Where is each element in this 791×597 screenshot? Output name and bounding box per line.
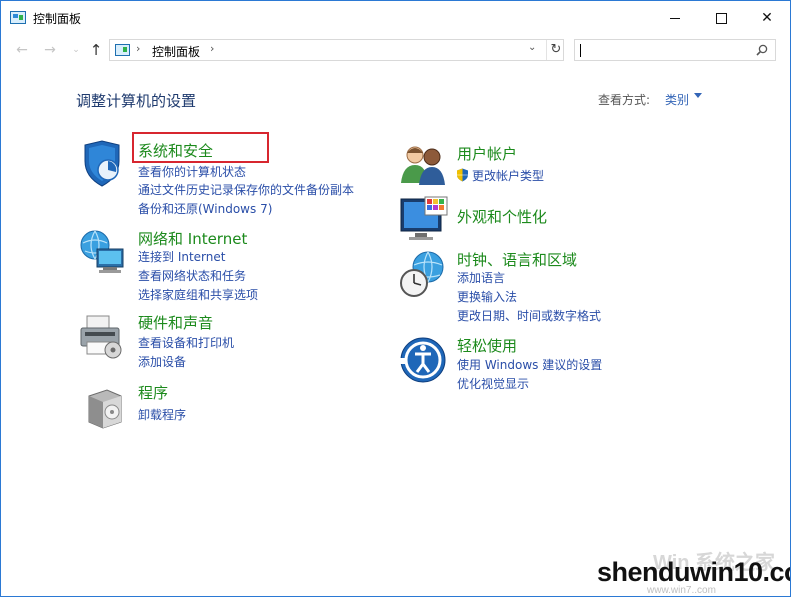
window-title: 控制面板 — [33, 12, 82, 26]
watermark-subtext: www.win7..com — [647, 585, 716, 596]
clock-globe-icon[interactable] — [398, 249, 448, 299]
maximize-icon — [715, 12, 727, 24]
address-dropdown-icon[interactable]: ⌄ — [528, 42, 536, 53]
forward-button[interactable]: → — [41, 41, 59, 59]
ease-of-access-link[interactable]: 轻松使用 — [457, 335, 517, 356]
hardware-sound-link[interactable]: 硬件和声音 — [138, 312, 213, 333]
programs-link[interactable]: 程序 — [138, 382, 168, 403]
breadcrumb-control-panel[interactable]: 控制面板 — [152, 43, 200, 60]
back-button[interactable]: ← — [13, 41, 31, 59]
printer-icon[interactable] — [77, 312, 127, 362]
appearance-personalization-link[interactable]: 外观和个性化 — [457, 206, 547, 227]
up-button[interactable]: ↑ — [87, 41, 105, 59]
control-panel-icon — [10, 11, 26, 24]
user-accounts-link[interactable]: 用户帐户 — [457, 143, 517, 164]
maximize-button[interactable] — [698, 1, 744, 35]
users-icon[interactable] — [399, 139, 449, 189]
refresh-button[interactable]: ↻ — [546, 40, 565, 60]
watermark-text: shenduwin10.com — [597, 557, 790, 587]
chevron-down-icon: ⌄ — [72, 45, 80, 55]
breadcrumb-separator[interactable]: › — [136, 42, 140, 55]
control-panel-small-icon — [115, 44, 130, 56]
refresh-icon: ↻ — [550, 42, 562, 57]
page-title: 调整计算机的设置 — [76, 92, 197, 110]
display-palette-icon[interactable] — [399, 195, 449, 245]
minimize-button[interactable] — [652, 1, 698, 35]
network-globe-icon[interactable] — [77, 227, 127, 277]
add-device-link[interactable]: 添加设备 — [138, 353, 186, 370]
ease-of-access-icon[interactable] — [399, 336, 449, 386]
programs-box-icon[interactable] — [81, 382, 131, 432]
network-status-link[interactable]: 查看网络状态和任务 — [138, 267, 246, 284]
connect-internet-link[interactable]: 连接到 Internet — [138, 248, 225, 265]
change-account-type-link[interactable]: 更改帐户类型 — [472, 167, 544, 184]
view-by-chevron-icon[interactable] — [694, 93, 702, 98]
add-language-link[interactable]: 添加语言 — [457, 269, 505, 286]
view-by-label: 查看方式: — [598, 93, 651, 107]
homegroup-sharing-link[interactable]: 选择家庭组和共享选项 — [138, 286, 258, 303]
view-by-dropdown[interactable]: 类别 — [665, 91, 689, 108]
windows-recommended-settings-link[interactable]: 使用 Windows 建议的设置 — [457, 356, 602, 373]
address-bar[interactable]: › 控制面板 › ⌄ ↻ — [109, 39, 564, 61]
close-button[interactable]: ✕ — [744, 1, 790, 35]
file-history-link[interactable]: 通过文件历史记录保存你的文件备份副本 — [138, 181, 354, 198]
arrow-left-icon: ← — [16, 42, 28, 58]
devices-printers-link[interactable]: 查看设备和打印机 — [138, 334, 234, 351]
arrow-up-icon: ↑ — [89, 41, 103, 59]
backup-restore-link[interactable]: 备份和还原(Windows 7) — [138, 200, 272, 217]
view-computer-status-link[interactable]: 查看你的计算机状态 — [138, 163, 246, 180]
change-input-method-link[interactable]: 更换输入法 — [457, 288, 517, 305]
network-internet-link[interactable]: 网络和 Internet — [138, 228, 247, 249]
search-icon[interactable] — [756, 44, 768, 56]
change-date-time-format-link[interactable]: 更改日期、时间或数字格式 — [457, 307, 601, 324]
arrow-right-icon: → — [44, 42, 56, 58]
navigation-bar: ← → ⌄ ↑ › 控制面板 › ⌄ ↻ — [1, 35, 790, 65]
highlight-box — [132, 132, 269, 163]
close-icon: ✕ — [761, 10, 773, 26]
minimize-icon — [670, 17, 680, 19]
search-input[interactable] — [574, 39, 776, 61]
clock-language-region-link[interactable]: 时钟、语言和区域 — [457, 249, 577, 270]
recent-locations-button[interactable]: ⌄ — [67, 41, 85, 59]
breadcrumb-separator[interactable]: › — [210, 42, 214, 55]
shield-icon[interactable] — [77, 139, 127, 189]
title-bar[interactable]: 控制面板 ✕ — [1, 1, 790, 35]
optimize-visual-display-link[interactable]: 优化视觉显示 — [457, 375, 529, 392]
uac-shield-icon — [457, 168, 468, 182]
uninstall-program-link[interactable]: 卸载程序 — [138, 406, 186, 423]
text-caret — [580, 44, 581, 57]
control-panel-window: 控制面板 ✕ ← → ⌄ ↑ › 控制面板 › ⌄ ↻ 调整计算机的设置 查看方… — [0, 0, 791, 597]
